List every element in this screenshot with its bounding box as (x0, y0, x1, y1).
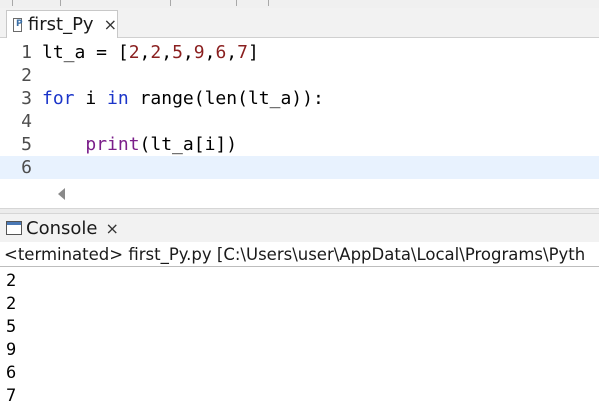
toolbar-separator (60, 0, 61, 6)
code-line-5: 5 print(lt_a[i]) (0, 133, 599, 156)
code-line-2: 2 (0, 64, 599, 87)
tab-console[interactable]: Console × (6, 214, 124, 242)
output-line: 9 (6, 340, 17, 360)
output-line: 2 (6, 294, 17, 314)
console-status: <terminated> first_Py.py [C:\Users\user\… (0, 242, 599, 267)
toolbar-separator (12, 0, 13, 6)
output-line: 6 (6, 363, 17, 383)
editor-tab-bar: first_Py × (0, 8, 599, 38)
console-icon (6, 221, 22, 235)
line-number: 5 (21, 134, 32, 155)
code-line-4: 4 (0, 110, 599, 133)
tab-first-py[interactable]: first_Py × (6, 10, 118, 38)
line-number: 3 (21, 88, 32, 109)
line-number: 6 (21, 157, 32, 178)
python-file-icon (13, 17, 23, 32)
line-number: 2 (21, 65, 32, 86)
close-icon[interactable]: × (105, 219, 118, 238)
console-output[interactable]: 2 2 5 9 6 7 (0, 268, 599, 409)
console-tab-label: Console (26, 217, 98, 239)
code-text: lt_a = [2,2,5,9,6,7] (42, 42, 259, 63)
close-icon[interactable]: × (104, 15, 117, 34)
code-editor[interactable]: 1 lt_a = [2,2,5,9,6,7] 2 3 for i in rang… (0, 39, 599, 179)
top-toolbar (0, 0, 599, 8)
code-text: for i in range(len(lt_a)): (42, 88, 324, 109)
output-line: 5 (6, 317, 17, 337)
tab-label: first_Py (27, 14, 94, 35)
horizontal-scrollbar[interactable] (50, 184, 599, 204)
line-number: 4 (21, 111, 32, 132)
editor-panel: first_Py × 1 lt_a = [2,2,5,9,6,7] 2 3 fo… (0, 8, 599, 208)
toolbar-separator (170, 0, 171, 6)
console-tab-bar: Console × (0, 214, 599, 242)
code-text: print(lt_a[i]) (85, 134, 238, 155)
code-line-3: 3 for i in range(len(lt_a)): (0, 87, 599, 110)
scroll-left-icon[interactable] (58, 188, 65, 200)
toolbar-separator (268, 0, 269, 6)
toolbar-separator (236, 0, 237, 6)
code-line-1: 1 lt_a = [2,2,5,9,6,7] (0, 41, 599, 64)
line-number: 1 (21, 42, 32, 63)
output-line: 7 (6, 386, 17, 406)
code-line-6-current: 6 (0, 156, 599, 179)
output-line: 2 (6, 271, 17, 291)
